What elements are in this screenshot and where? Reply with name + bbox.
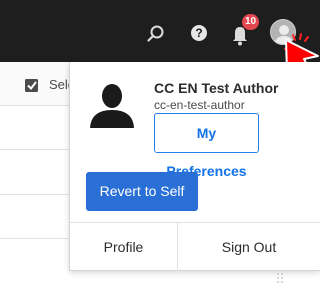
sign-out-button[interactable]: Sign Out	[177, 223, 320, 271]
profile-button[interactable]: Profile	[70, 223, 177, 271]
top-shell-bar: ? 10	[0, 0, 320, 62]
user-menu-footer: Profile Sign Out	[70, 222, 320, 271]
revert-to-self-button[interactable]: Revert to Self	[86, 172, 198, 211]
search-icon[interactable]	[146, 24, 166, 44]
notification-count-badge: 10	[242, 14, 260, 30]
user-display-name: CC EN Test Author	[154, 80, 279, 96]
resize-grip-icon[interactable]	[276, 272, 284, 286]
user-id: cc-en-test-author	[154, 98, 245, 112]
row-divider	[0, 149, 70, 150]
user-silhouette-icon	[90, 84, 134, 128]
select-checkbox-icon[interactable]	[24, 77, 40, 93]
select-label[interactable]: Select	[49, 77, 70, 92]
my-preferences-button[interactable]: My Preferences	[154, 113, 259, 179]
row-divider	[0, 194, 70, 195]
row-divider	[0, 238, 70, 239]
user-menu-popover: CC EN Test Author cc-en-test-author My P…	[69, 62, 320, 271]
page-toolbar: Select	[0, 62, 70, 106]
help-icon[interactable]: ?	[191, 25, 207, 41]
